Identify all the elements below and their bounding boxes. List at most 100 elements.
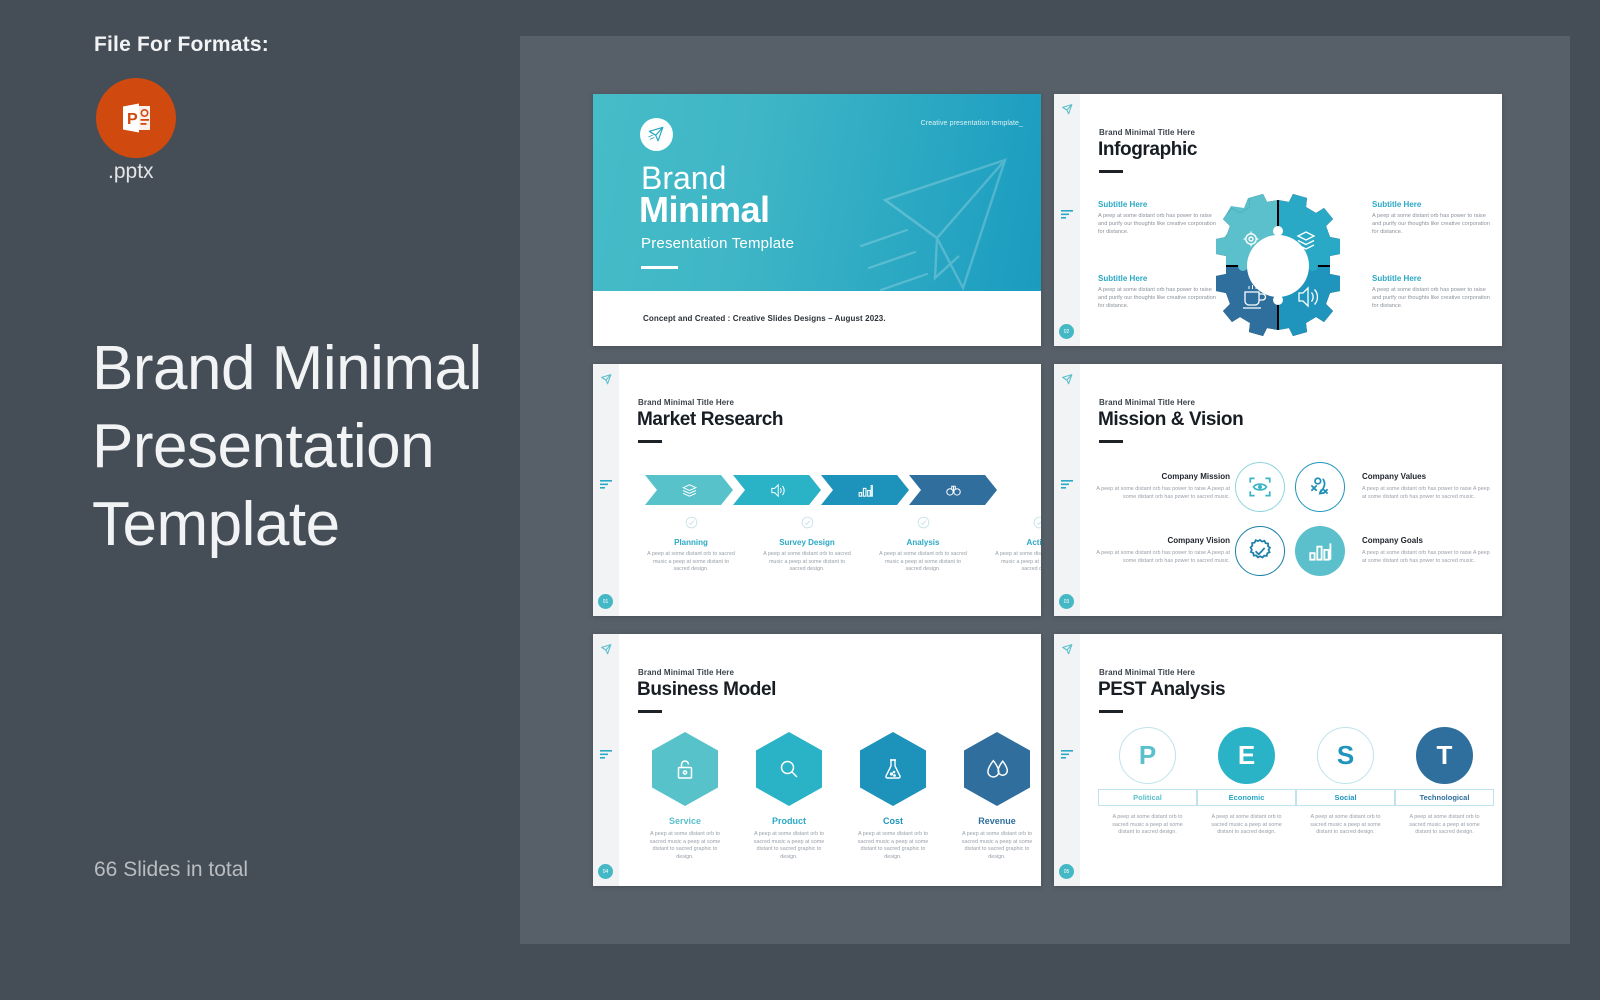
check-circle-icon <box>685 516 697 529</box>
heading-divider <box>1099 170 1123 173</box>
mv-item: Company Goals A peep at some distant orb… <box>1350 536 1490 566</box>
step-body: A peep at some distant orb to sacred mus… <box>879 551 967 573</box>
hexagon-shape <box>756 732 822 806</box>
bm-label: Revenue <box>978 816 1016 826</box>
heading-divider <box>638 710 662 713</box>
hexagon-shape <box>964 732 1030 806</box>
gear-puzzle-diagram <box>1216 194 1340 336</box>
item-subtitle: Subtitle Here <box>1098 274 1148 283</box>
slide-sidebar: 03 <box>1054 364 1080 616</box>
slide-number-badge: 02 <box>1059 324 1074 339</box>
brand-logo <box>640 118 673 151</box>
pest-label-cell: Political <box>1098 789 1197 806</box>
pest-letter: T <box>1416 727 1473 784</box>
pest-label-cell: Economic <box>1197 789 1296 806</box>
chevron-step <box>821 475 909 505</box>
mission-vision-grid: Company Mission A peep at some distant o… <box>1090 462 1490 590</box>
slide-eyebrow: Brand Minimal Title Here <box>1099 668 1196 677</box>
chevron-step <box>733 475 821 505</box>
mv-item: Company Values A peep at some distant or… <box>1350 472 1490 502</box>
strategy-icon <box>1295 462 1345 512</box>
bm-label: Product <box>771 816 806 826</box>
bar-chart-icon <box>858 484 873 497</box>
slide-title[interactable]: Creative presentation template_ Brand Mi… <box>593 94 1041 346</box>
pest-circle-wrap: S <box>1296 727 1395 784</box>
file-formats-label: File For Formats: <box>94 33 269 56</box>
title-footer-text: Concept and Created : Creative Slides De… <box>643 314 886 323</box>
bm-item: Service A peep at some distant orb to sa… <box>633 732 737 861</box>
bm-body: A peep at some distant orb to sacred mus… <box>961 831 1033 860</box>
eye-focus-icon <box>1235 462 1285 512</box>
mv-heading: Company Mission <box>1161 472 1230 482</box>
speaker-icon <box>770 483 785 497</box>
svg-text:P: P <box>127 111 138 128</box>
pest-letter: P <box>1119 727 1176 784</box>
process-chevrons <box>645 475 997 505</box>
poster-canvas: File For Formats: P .pptx Brand Minimal … <box>0 0 1600 1000</box>
slide-sidebar: 02 <box>1054 94 1080 346</box>
slide-eyebrow: Brand Minimal Title Here <box>1099 398 1196 407</box>
mv-body: A peep at some distant orb has power to … <box>1096 550 1230 564</box>
menu-lines-icon <box>600 750 612 759</box>
slide-number-badge: 03 <box>1059 594 1074 609</box>
pest-circle-wrap: P <box>1098 727 1197 784</box>
bm-item: Cost A peep at some distant orb to sacre… <box>841 732 945 861</box>
slide-heading: Market Research <box>637 409 784 430</box>
chevron-step <box>645 475 733 505</box>
paper-plane-icon <box>1062 104 1073 115</box>
pest-body: A peep at some distant orb to sacred mus… <box>1409 814 1480 836</box>
step-item: Survey Design A peep at some distant orb… <box>749 516 865 574</box>
slide-number-badge: 05 <box>1059 864 1074 879</box>
bm-body: A peep at some distant orb to sacred mus… <box>753 831 825 860</box>
slide-pest-analysis[interactable]: 05 Brand Minimal Title Here PEST Analysi… <box>1054 634 1502 886</box>
title-footer: Concept and Created : Creative Slides De… <box>593 291 1041 346</box>
badge-check-icon <box>1235 526 1285 576</box>
check-circle-icon <box>801 516 813 529</box>
mv-heading: Company Values <box>1362 472 1427 482</box>
paper-plane-icon <box>601 644 612 655</box>
flask-icon <box>885 759 901 779</box>
slide-infographic[interactable]: 02 Brand Minimal Title Here Infographic … <box>1054 94 1502 346</box>
slide-market-research[interactable]: 01 Brand Minimal Title Here Market Resea… <box>593 364 1041 616</box>
mv-row: Company Vision A peep at some distant or… <box>1090 526 1490 576</box>
hero-subtitle: Presentation Template <box>641 235 795 252</box>
pest-body: A peep at some distant orb to sacred mus… <box>1310 814 1381 836</box>
menu-lines-icon <box>1061 750 1073 759</box>
menu-lines-icon <box>600 480 612 489</box>
hero-tagline: Creative presentation template_ <box>920 120 1023 127</box>
infographic-item: Subtitle Here A peep at some distant orb… <box>1372 200 1490 237</box>
mv-item: Company Vision A peep at some distant or… <box>1090 536 1230 566</box>
infographic-item: Subtitle Here A peep at some distant orb… <box>1098 200 1216 237</box>
mv-heading: Company Goals <box>1362 536 1423 546</box>
paper-plane-icon <box>601 374 612 385</box>
slide-preview-panel: Creative presentation template_ Brand Mi… <box>520 36 1570 944</box>
mv-row: Company Mission A peep at some distant o… <box>1090 462 1490 512</box>
slide-sidebar: 05 <box>1054 634 1080 886</box>
powerpoint-icon: P <box>96 78 176 158</box>
step-item: Analysis A peep at some distant orb to s… <box>865 516 981 574</box>
item-subtitle: Subtitle Here <box>1372 200 1422 209</box>
mv-heading: Company Vision <box>1167 536 1230 546</box>
bm-label: Service <box>668 816 702 826</box>
check-circle-icon <box>1033 516 1041 529</box>
slide-mission-vision[interactable]: 03 Brand Minimal Title Here Mission & Vi… <box>1054 364 1502 616</box>
infographic-item: Subtitle Here A peep at some distant orb… <box>1372 274 1490 311</box>
hexagon-shape <box>860 732 926 806</box>
pest-body: A peep at some distant orb to sacred mus… <box>1211 814 1282 836</box>
bm-body: A peep at some distant orb to sacred mus… <box>857 831 929 860</box>
heading-divider <box>1099 440 1123 443</box>
pest-letter: E <box>1218 727 1275 784</box>
item-body: A peep at some distant orb has power to … <box>1372 213 1490 236</box>
business-model-items: Service A peep at some distant orb to sa… <box>633 732 1041 861</box>
page-title: Brand Minimal Presentation Template <box>92 334 482 559</box>
left-info-panel: File For Formats: P .pptx Brand Minimal … <box>0 0 520 1000</box>
hero-headline: Minimal <box>639 189 770 230</box>
pest-body: A peep at some distant orb to sacred mus… <box>1112 814 1183 836</box>
paper-plane-icon <box>1062 644 1073 655</box>
pest-body-row: A peep at some distant orb to sacred mus… <box>1098 814 1494 837</box>
item-subtitle: Subtitle Here <box>1372 274 1422 283</box>
item-body: A peep at some distant orb has power to … <box>1098 287 1216 310</box>
slide-business-model[interactable]: 04 Brand Minimal Title Here Business Mod… <box>593 634 1041 886</box>
slide-eyebrow: Brand Minimal Title Here <box>1099 128 1196 137</box>
slide-heading: PEST Analysis <box>1098 679 1226 700</box>
